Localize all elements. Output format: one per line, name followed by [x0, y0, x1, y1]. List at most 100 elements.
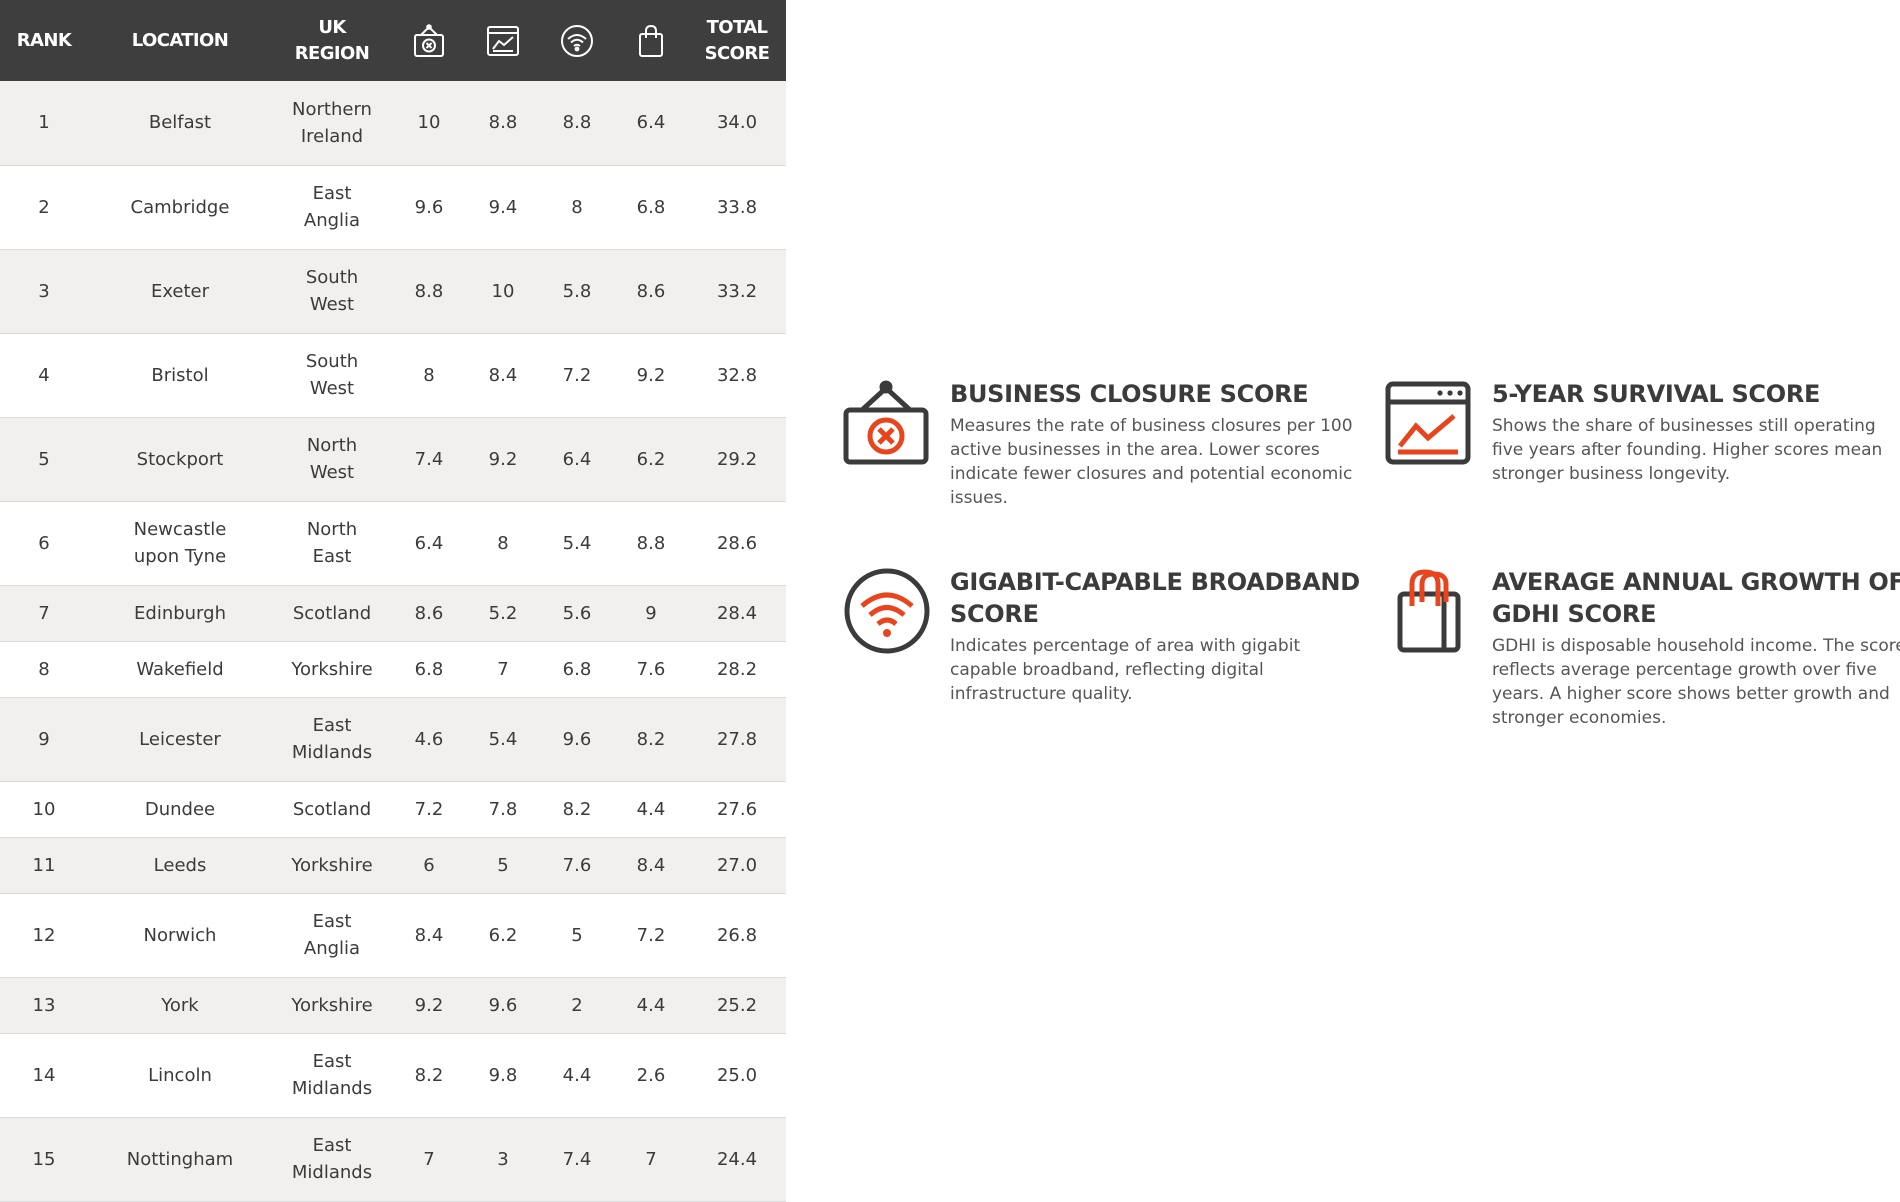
cell-broadband: 7.6 — [540, 837, 614, 894]
cell-region: East Midlands — [272, 1117, 392, 1202]
cell-gdhi: 2.6 — [614, 1033, 688, 1118]
cell-location: Edinburgh — [88, 585, 272, 642]
cell-rank: 4 — [0, 333, 88, 418]
cell-broadband: 7.2 — [540, 333, 614, 418]
cell-total: 25.0 — [688, 1033, 786, 1118]
table-row: 10 Dundee Scotland 7.2 7.8 8.2 4.4 27.6 — [0, 781, 786, 838]
cell-broadband: 5 — [540, 893, 614, 978]
cell-gdhi: 4.4 — [614, 977, 688, 1034]
cell-closure: 6.4 — [392, 501, 466, 586]
cell-survival: 9.6 — [466, 977, 540, 1034]
cell-total: 28.6 — [688, 501, 786, 586]
table-row: 14 Lincoln East Midlands 8.2 9.8 4.4 2.6 25.0 — [0, 1033, 786, 1118]
table-row: 2 Cambridge East Anglia 9.6 9.4 8 6.8 33.8 — [0, 165, 786, 250]
cell-rank: 12 — [0, 893, 88, 978]
cell-region: Yorkshire — [272, 641, 392, 698]
cell-total: 27.6 — [688, 781, 786, 838]
cell-rank: 2 — [0, 165, 88, 250]
table-row: 4 Bristol South West 8 8.4 7.2 9.2 32.8 — [0, 333, 786, 418]
cell-gdhi: 8.6 — [614, 249, 688, 334]
cell-total: 32.8 — [688, 333, 786, 418]
cell-survival: 8 — [466, 501, 540, 586]
shopping-bag-icon — [639, 24, 663, 57]
cell-region: East Anglia — [272, 165, 392, 250]
cell-total: 27.8 — [688, 697, 786, 782]
legend-gdhi-title: AVERAGE ANNUAL GROWTH OF GDHI SCORE — [1492, 568, 1900, 628]
table-row: 1 Belfast Northern Ireland 10 8.8 8.8 6.4 34.0 — [0, 81, 786, 166]
cell-survival: 9.2 — [466, 417, 540, 502]
cell-region: Yorkshire — [272, 837, 392, 894]
legend-gdhi-text: AVERAGE ANNUAL GROWTH OF GDHI SCORE GDHI… — [1492, 566, 1900, 730]
header-location: LOCATION — [131, 29, 229, 51]
cell-rank: 13 — [0, 977, 88, 1034]
cell-location: Lincoln — [88, 1033, 272, 1118]
header-total-line1: TOTAL — [706, 16, 768, 38]
cell-location: Cambridge — [88, 165, 272, 250]
cell-region: Scotland — [272, 781, 392, 838]
wifi-icon — [844, 568, 930, 654]
table-row: 3 Exeter South West 8.8 10 5.8 8.6 33.2 — [0, 249, 786, 334]
cell-location: Stockport — [88, 417, 272, 502]
legend-survival-title: 5-YEAR SURVIVAL SCORE — [1492, 380, 1821, 408]
legend-survival-icon-wrap — [1384, 378, 1474, 468]
cell-broadband: 2 — [540, 977, 614, 1034]
shopping-bag-icon — [1397, 569, 1461, 653]
cell-broadband: 5.6 — [540, 585, 614, 642]
legend-closure-icon-wrap — [842, 378, 932, 468]
cell-closure: 8 — [392, 333, 466, 418]
legend-broadband-title: GIGABIT-CAPABLE BROADBAND SCORE — [950, 568, 1360, 628]
cell-region: East Midlands — [272, 697, 392, 782]
legend-survival-text: 5-YEAR SURVIVAL SCORE Shows the share of… — [1492, 378, 1900, 486]
legend-gdhi-desc: GDHI is disposable household income. The… — [1492, 636, 1900, 728]
cell-total: 33.8 — [688, 165, 786, 250]
legend-closure-title: BUSINESS CLOSURE SCORE — [950, 380, 1309, 408]
table-row: 6 Newcastle upon Tyne North East 6.4 8 5.4 8.8… — [0, 501, 786, 586]
cell-gdhi: 6.2 — [614, 417, 688, 502]
cell-region: East Anglia — [272, 893, 392, 978]
cell-region: North East — [272, 501, 392, 586]
cell-survival: 6.2 — [466, 893, 540, 978]
header-closure — [392, 0, 466, 81]
legend-broadband-text: GIGABIT-CAPABLE BROADBAND SCORE Indicate… — [950, 566, 1370, 706]
cell-region: East Midlands — [272, 1033, 392, 1118]
cell-survival: 9.4 — [466, 165, 540, 250]
cell-broadband: 4.4 — [540, 1033, 614, 1118]
cell-total: 24.4 — [688, 1117, 786, 1202]
cell-gdhi: 9.2 — [614, 333, 688, 418]
cell-closure: 9.2 — [392, 977, 466, 1034]
table-row: 12 Norwich East Anglia 8.4 6.2 5 7.2 26.8 — [0, 893, 786, 978]
cell-total: 28.4 — [688, 585, 786, 642]
cell-gdhi: 7.6 — [614, 641, 688, 698]
cell-gdhi: 4.4 — [614, 781, 688, 838]
cell-closure: 8.6 — [392, 585, 466, 642]
cell-location: Leeds — [88, 837, 272, 894]
table-row: 11 Leeds Yorkshire 6 5 7.6 8.4 27.0 — [0, 837, 786, 894]
cell-gdhi: 9 — [614, 585, 688, 642]
cell-location: Norwich — [88, 893, 272, 978]
rankings-table-container: RANK LOCATION UK REGION TOTAL SCORE 1 Be… — [0, 0, 786, 1202]
cell-total: 27.0 — [688, 837, 786, 894]
header-region-line1: UK — [318, 16, 346, 38]
header-broadband — [540, 0, 614, 81]
cell-closure: 7.4 — [392, 417, 466, 502]
cell-region: South West — [272, 333, 392, 418]
legend-closure-desc: Measures the rate of business closures p… — [950, 416, 1353, 508]
cell-survival: 8.4 — [466, 333, 540, 418]
table-header-row: RANK LOCATION UK REGION TOTAL SCORE — [0, 0, 786, 81]
cell-gdhi: 7.2 — [614, 893, 688, 978]
growth-chart-icon — [487, 25, 519, 56]
cell-closure: 4.6 — [392, 697, 466, 782]
cell-region: North West — [272, 417, 392, 502]
cell-gdhi: 7 — [614, 1117, 688, 1202]
cell-rank: 7 — [0, 585, 88, 642]
cell-region: Scotland — [272, 585, 392, 642]
header-gdhi — [614, 0, 688, 81]
cell-total: 29.2 — [688, 417, 786, 502]
cell-gdhi: 6.8 — [614, 165, 688, 250]
cell-closure: 6.8 — [392, 641, 466, 698]
cell-total: 26.8 — [688, 893, 786, 978]
cell-region: South West — [272, 249, 392, 334]
cell-broadband: 6.8 — [540, 641, 614, 698]
cell-location: York — [88, 977, 272, 1034]
cell-gdhi: 8.2 — [614, 697, 688, 782]
